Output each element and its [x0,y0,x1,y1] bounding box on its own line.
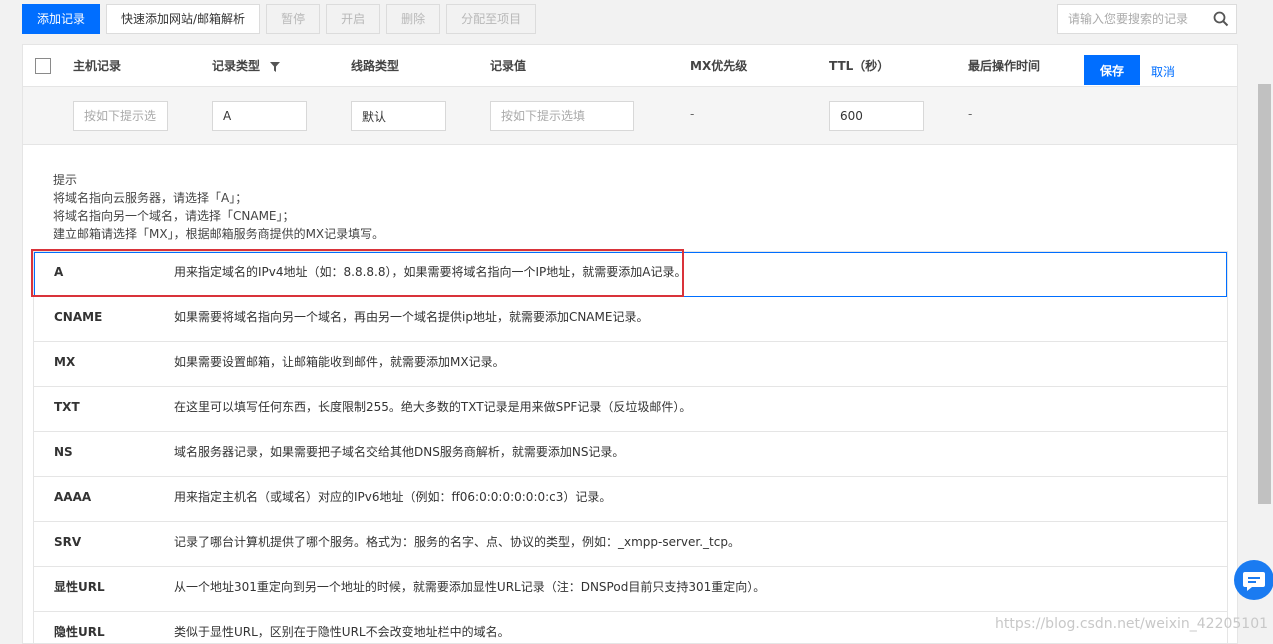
record-type-name: SRV [54,535,82,549]
last-op-value: - [968,107,973,121]
pause-button[interactable]: 暂停 [266,4,321,34]
record-type-row-mx[interactable]: MX 如果需要设置邮箱，让邮箱能收到邮件，就需要添加MX记录。 [34,342,1227,387]
edit-row: - - [23,87,1237,145]
record-type-row-cname[interactable]: CNAME 如果需要将域名指向另一个域名，再由另一个域名提供ip地址，就需要添加… [34,297,1227,342]
record-type-desc: 域名服务器记录，如果需要把子域名交给其他DNS服务商解析，就需要添加NS记录。 [174,445,625,459]
header-last-op: 最后操作时间 [968,59,1041,73]
search-icon[interactable] [1213,11,1229,27]
search-input[interactable] [1058,5,1208,33]
select-all-checkbox[interactable] [35,58,51,74]
record-type-name: 显性URL [54,580,105,594]
quick-add-button[interactable]: 快速添加网站/邮箱解析 [106,4,261,34]
record-type-row-a[interactable]: A 用来指定域名的IPv4地址（如：8.8.8.8），如果需要将域名指向一个IP… [34,252,1227,297]
assign-project-button[interactable]: 分配至项目 [446,4,537,34]
record-type-row-aaaa[interactable]: AAAA 用来指定主机名（或域名）对应的IPv6地址（例如：ff06:0:0:0… [34,477,1227,522]
line-select[interactable] [351,101,446,131]
toolbar: 添加记录 快速添加网站/邮箱解析 暂停 开启 删除 分配至项目 [22,4,537,34]
scrollbar[interactable] [1256,44,1273,644]
header-mx: MX优先级 [690,59,748,73]
record-type-name: CNAME [54,310,103,324]
record-type-row-explicit-url[interactable]: 显性URL 从一个地址301重定向到另一个地址的时候，就需要添加显性URL记录（… [34,567,1227,612]
record-type-name: MX [54,355,76,369]
hint-box: 提示 将域名指向云服务器，请选择「A」； 将域名指向另一个域名，请选择「CNAM… [53,171,384,243]
record-type-desc: 如果需要将域名指向另一个域名，再由另一个域名提供ip地址，就需要添加CNAME记… [174,310,649,324]
chat-icon [1243,572,1265,591]
record-type-name: TXT [54,400,80,414]
hint-title: 提示 [53,173,78,187]
record-type-list: A 用来指定域名的IPv4地址（如：8.8.8.8），如果需要将域名指向一个IP… [33,251,1228,643]
record-type-desc: 用来指定主机名（或域名）对应的IPv6地址（例如：ff06:0:0:0:0:0:… [174,490,612,504]
hint-line: 建立邮箱请选择「MX」，根据邮箱服务商提供的MX记录填写。 [53,227,385,241]
header-type-label: 记录类型 [212,59,261,73]
header-value: 记录值 [490,59,527,73]
filter-icon[interactable] [270,61,281,72]
record-type-name: A [54,265,64,279]
hint-line: 将域名指向云服务器，请选择「A」； [53,191,248,205]
record-type-name: 隐性URL [54,625,105,639]
value-input[interactable] [490,101,634,131]
watermark: https://blog.csdn.net/weixin_42205101 [995,616,1269,632]
ttl-input[interactable] [829,101,924,131]
host-input[interactable] [73,101,168,131]
record-type-desc: 如果需要设置邮箱，让邮箱能收到邮件，就需要添加MX记录。 [174,355,505,369]
delete-button[interactable]: 删除 [386,4,441,34]
cancel-link[interactable]: 取消 [1151,63,1175,80]
record-type-row-ns[interactable]: NS 域名服务器记录，如果需要把子域名交给其他DNS服务商解析，就需要添加NS记… [34,432,1227,477]
records-panel: 主机记录 记录类型 线路类型 记录值 MX优先级 TTL（秒） 最后操作时间 操… [22,44,1238,644]
header-line: 线路类型 [351,59,400,73]
header-host: 主机记录 [73,59,122,73]
record-type-desc: 类似于显性URL，区别在于隐性URL不会改变地址栏中的域名。 [174,625,510,639]
enable-button[interactable]: 开启 [326,4,381,34]
record-type-name: AAAA [54,490,92,504]
record-type-desc: 从一个地址301重定向到另一个地址的时候，就需要添加显性URL记录（注：DNSP… [174,580,766,594]
search-box [1057,4,1237,34]
scrollbar-thumb[interactable] [1258,84,1271,504]
hint-line: 将域名指向另一个域名，请选择「CNAME」； [53,209,295,223]
add-record-button[interactable]: 添加记录 [22,4,101,34]
record-type-row-txt[interactable]: TXT 在这里可以填写任何东西，长度限制255。绝大多数的TXT记录是用来做SP… [34,387,1227,432]
record-type-desc: 记录了哪台计算机提供了哪个服务。格式为：服务的名字、点、协议的类型，例如：_xm… [174,535,740,549]
header-type[interactable]: 记录类型 [212,45,281,87]
record-type-desc: 用来指定域名的IPv4地址（如：8.8.8.8），如果需要将域名指向一个IP地址… [174,265,687,279]
record-type-row-srv[interactable]: SRV 记录了哪台计算机提供了哪个服务。格式为：服务的名字、点、协议的类型，例如… [34,522,1227,567]
chat-button[interactable] [1234,560,1273,600]
mx-value: - [690,107,695,121]
record-type-name: NS [54,445,73,459]
header-ttl: TTL（秒） [829,59,890,73]
table-header: 主机记录 记录类型 线路类型 记录值 MX优先级 TTL（秒） 最后操作时间 操… [23,45,1237,87]
type-select[interactable] [212,101,307,131]
save-button[interactable]: 保存 [1084,55,1140,85]
record-type-desc: 在这里可以填写任何东西，长度限制255。绝大多数的TXT记录是用来做SPF记录（… [174,400,692,414]
